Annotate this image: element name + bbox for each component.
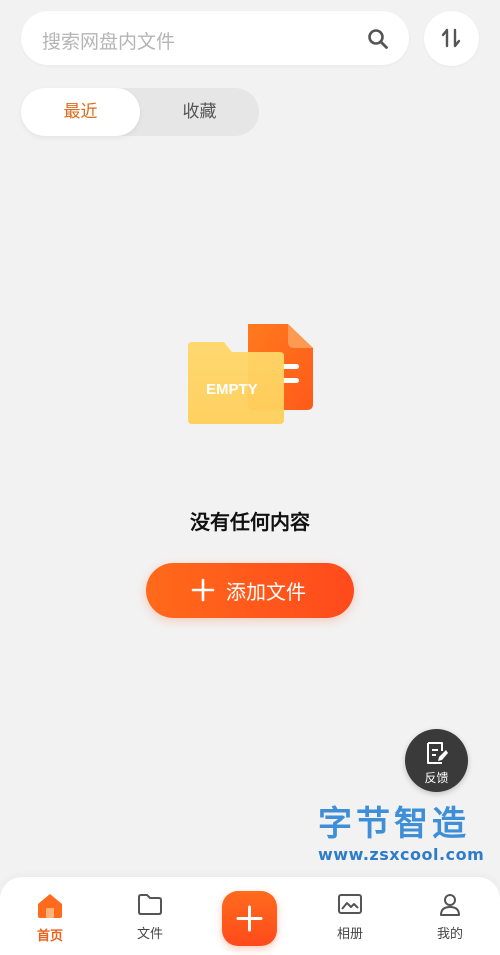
nav-add-button[interactable] — [222, 891, 277, 946]
edit-note-icon — [427, 742, 448, 764]
watermark: 字节智造 www.zsxcool.com — [318, 805, 493, 864]
home-icon — [38, 894, 62, 918]
nav-item-files[interactable]: 文件 — [120, 891, 180, 942]
nav-label-profile: 我的 — [436, 927, 463, 942]
sort-icon — [441, 28, 461, 48]
tab-favorites[interactable]: 收藏 — [140, 88, 259, 136]
empty-folder-illustration: EMPTY — [188, 324, 313, 424]
plus-icon — [191, 578, 215, 602]
search-bar[interactable]: 搜索网盘内文件 — [21, 11, 409, 65]
empty-message: 没有任何内容 — [190, 510, 310, 534]
nav-item-profile[interactable]: 我的 — [420, 891, 480, 942]
nav-label-album: 相册 — [336, 927, 363, 942]
watermark-url: www.zsxcool.com — [318, 845, 485, 864]
tab-switcher: 最近 收藏 — [21, 88, 259, 136]
nav-label-files: 文件 — [136, 927, 163, 942]
nav-item-home[interactable]: 首页 — [20, 891, 80, 944]
search-placeholder: 搜索网盘内文件 — [42, 31, 176, 53]
feedback-label: 反馈 — [424, 771, 449, 785]
search-icon[interactable] — [367, 28, 389, 50]
nav-item-album[interactable]: 相册 — [320, 891, 380, 942]
photo-icon — [338, 894, 362, 914]
feedback-button[interactable]: 反馈 — [405, 729, 468, 792]
nav-label-home: 首页 — [36, 929, 63, 944]
tab-recent[interactable]: 最近 — [21, 88, 140, 136]
plus-icon — [236, 905, 263, 932]
watermark-title: 字节智造 — [318, 804, 470, 844]
folder-icon — [138, 894, 162, 915]
sort-button[interactable] — [424, 11, 479, 66]
add-file-label: 添加文件 — [226, 580, 306, 604]
add-file-button[interactable]: 添加文件 — [146, 563, 354, 618]
bottom-navigation: 首页 文件 相册 我的 — [0, 877, 500, 955]
empty-illustration-label: EMPTY — [206, 381, 258, 398]
user-icon — [440, 894, 460, 916]
